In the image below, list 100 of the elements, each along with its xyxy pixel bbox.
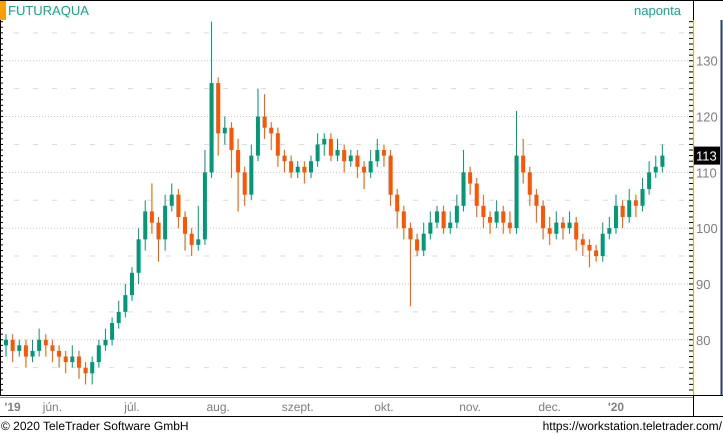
candlestick: [276, 127, 280, 168]
candlestick: [580, 233, 585, 257]
candlestick: [402, 205, 406, 240]
candlestick: [534, 188, 538, 224]
candlestick: [4, 334, 8, 357]
axis-label: 90: [696, 276, 710, 292]
candlestick: [143, 200, 148, 251]
candlestick: [468, 166, 472, 196]
candlestick: [170, 183, 174, 212]
candlestick: [481, 194, 486, 229]
candlestick: [190, 228, 194, 257]
candlestick: [296, 160, 300, 178]
axis-label: szept.: [282, 400, 314, 414]
candlestick: [415, 233, 420, 257]
candlestick: [150, 183, 154, 234]
candlestick: [136, 228, 141, 284]
candlestick: [442, 205, 446, 234]
candlestick: [176, 188, 180, 229]
candlestick: [156, 216, 160, 262]
axis-label: okt.: [374, 400, 394, 414]
candlestick: [461, 150, 466, 212]
candlestick: [116, 300, 121, 330]
candlestick: [37, 328, 42, 357]
candlestick: [428, 210, 432, 240]
candlestick: [634, 194, 638, 218]
axis-label: aug.: [206, 400, 230, 414]
candlestick: [163, 194, 168, 251]
price-tag: 113: [694, 146, 720, 165]
candlestick: [541, 200, 546, 240]
candlestick: [548, 216, 552, 246]
candlestick: [289, 155, 294, 178]
candlestick: [44, 334, 48, 357]
candlestick: [654, 155, 658, 178]
axis-label: 110: [696, 165, 717, 180]
candlestick: [501, 205, 506, 234]
axis-label: 120: [696, 110, 718, 125]
candlestick: [342, 144, 346, 173]
candlestick: [50, 339, 54, 363]
candlestick: [123, 283, 128, 318]
axis-label: nov.: [459, 400, 481, 414]
candlestick: [560, 216, 565, 240]
candlestick: [183, 210, 187, 251]
candlestick: [302, 160, 306, 184]
candlestick: [395, 188, 400, 229]
candlestick: [269, 122, 274, 151]
candlestick: [474, 177, 479, 218]
candlestick: [528, 166, 532, 206]
candlestick: [249, 144, 254, 201]
candlestick: [130, 266, 134, 302]
candlestick: [494, 200, 499, 229]
candlestick: [110, 316, 114, 346]
candlestick: [96, 339, 101, 368]
candlestick: [229, 122, 234, 178]
candlestick: [336, 138, 340, 162]
candlestick: [328, 132, 333, 162]
candlestick: [242, 166, 247, 206]
candlestick: [30, 339, 35, 363]
candlestick: [574, 216, 578, 251]
candlestick: [222, 116, 227, 145]
candlestick: [600, 222, 605, 262]
candlestick: [368, 150, 373, 178]
candlestick: [282, 150, 286, 173]
candlestick: [521, 138, 526, 184]
axis-label: dec.: [538, 400, 561, 414]
candlestick: [76, 350, 81, 380]
candlestick: [355, 150, 360, 178]
candlestick: [64, 350, 68, 374]
candlestick: [568, 210, 572, 234]
candlestick: [422, 222, 426, 257]
candlestick: [57, 344, 62, 368]
axis-label: '20: [608, 400, 624, 414]
candlestick: [554, 210, 558, 240]
candlestick: [362, 160, 366, 190]
candlestick: [262, 94, 267, 140]
candlestick: [316, 132, 320, 168]
candlestick: [607, 216, 612, 240]
candlestick: [660, 144, 664, 173]
candlestick: [10, 334, 15, 363]
candlestick: [196, 205, 200, 251]
candlestick: [587, 238, 592, 268]
candlestick: [90, 356, 94, 385]
candlestick: [614, 194, 618, 234]
candlestick: [627, 188, 632, 224]
url-link[interactable]: https://workstation.teletrader.com/: [542, 418, 722, 432]
candlestick: [375, 138, 380, 168]
candlestick: [308, 155, 313, 178]
candlestick: [647, 160, 652, 196]
symbol-name: FUTURAQUA: [8, 3, 89, 18]
candlestick: [640, 177, 644, 212]
candlestick: [434, 205, 439, 229]
candlestick: [382, 144, 386, 168]
axis-label: 80: [696, 332, 710, 348]
axis-label: '19: [4, 400, 21, 414]
candlestick: [508, 210, 512, 234]
axis-label: 130: [696, 54, 718, 69]
candlestick: [620, 200, 625, 229]
candlestick: [24, 339, 28, 368]
candlestick: [17, 339, 22, 357]
candlestick: [388, 150, 393, 206]
axis-label: júl.: [124, 400, 140, 414]
